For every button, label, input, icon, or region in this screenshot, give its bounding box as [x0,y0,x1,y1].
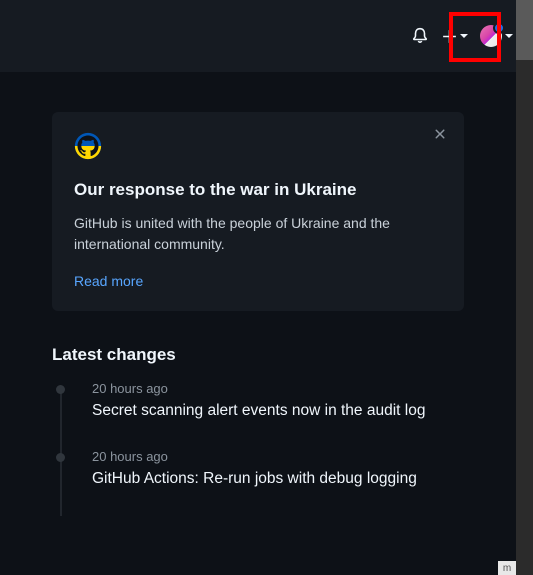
chevron-down-icon [460,34,468,38]
bell-icon[interactable] [411,27,429,45]
timeline-item[interactable]: 20 hours ago GitHub Actions: Re-run jobs… [56,449,500,516]
banner-title: Our response to the war in Ukraine [74,179,442,201]
timeline-item[interactable]: 20 hours ago Secret scanning alert event… [56,381,500,448]
notification-dot-icon [493,22,505,34]
timeline-dot-icon [56,453,65,462]
timeline-title: GitHub Actions: Re-run jobs with debug l… [92,468,452,490]
timeline-dot-icon [56,385,65,394]
latest-changes-heading: Latest changes [52,345,500,365]
close-icon[interactable] [432,126,448,147]
main-content: Our response to the war in Ukraine GitHu… [0,72,516,575]
create-new-menu[interactable] [441,28,468,45]
scrollbar[interactable]: ▲ [516,0,533,575]
changes-timeline: 20 hours ago Secret scanning alert event… [56,381,500,516]
scrollbar-thumb[interactable] [516,0,533,60]
plus-icon [441,28,458,45]
corner-fragment: m [498,561,516,575]
announcement-banner: Our response to the war in Ukraine GitHu… [52,112,464,311]
timeline-time: 20 hours ago [92,449,500,464]
banner-body: GitHub is united with the people of Ukra… [74,213,442,255]
timeline-time: 20 hours ago [92,381,500,396]
read-more-link[interactable]: Read more [74,273,442,289]
top-header [0,0,533,72]
chevron-down-icon [505,34,513,38]
user-menu[interactable] [480,25,513,47]
avatar [480,25,502,47]
github-ukraine-icon [74,132,442,165]
timeline-title: Secret scanning alert events now in the … [92,400,452,422]
